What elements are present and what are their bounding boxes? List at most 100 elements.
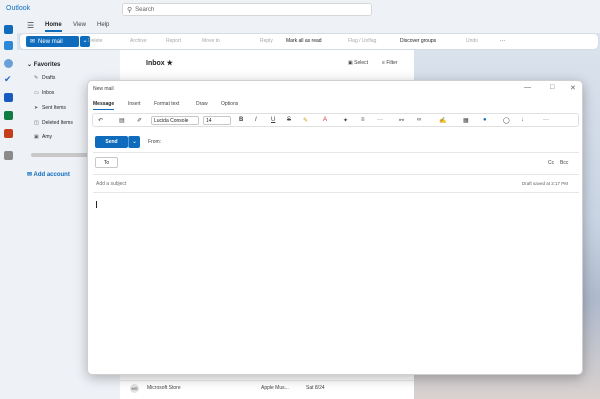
- send-button[interactable]: Send: [95, 136, 128, 148]
- bcc-button[interactable]: Bcc: [560, 160, 568, 166]
- new-mail-label: New mail: [38, 38, 63, 45]
- ribbon-tabs: ☰ Home View Help: [17, 19, 600, 33]
- mail-compose-icon: ✉: [30, 39, 36, 45]
- powerpoint-icon[interactable]: [4, 129, 13, 138]
- subject: Apple Mus...: [261, 385, 289, 391]
- to-button[interactable]: To: [95, 157, 118, 168]
- divider: [93, 174, 579, 175]
- filter-icon: ≡: [382, 60, 385, 66]
- search-placeholder: Search: [135, 6, 155, 13]
- folder-icon: ▣: [34, 134, 39, 140]
- pencil-icon: ✎: [34, 75, 39, 81]
- filter-button[interactable]: ≡ Filter: [382, 60, 397, 66]
- flag-button[interactable]: Flag / Unflag: [348, 38, 376, 44]
- mail-icon[interactable]: [4, 25, 13, 34]
- undo-icon[interactable]: ↶: [98, 117, 103, 124]
- people-icon[interactable]: [4, 59, 13, 68]
- tab-options[interactable]: Options: [221, 101, 238, 107]
- folder-sent[interactable]: ➤ Sent Items: [34, 105, 66, 111]
- folder-deleted[interactable]: ◫ Deleted Items: [34, 120, 73, 126]
- discover-groups-button[interactable]: Discover groups: [400, 38, 436, 44]
- select-icon: ▣: [348, 60, 353, 66]
- attach-icon[interactable]: ⚯: [399, 117, 404, 124]
- todo-icon[interactable]: ✔: [4, 75, 13, 84]
- highlight-icon[interactable]: ✎: [303, 117, 308, 124]
- reply-button[interactable]: Reply: [260, 38, 273, 44]
- excel-icon[interactable]: [4, 111, 13, 120]
- message-body[interactable]: [94, 193, 578, 371]
- tab-draw[interactable]: Draw: [196, 101, 208, 107]
- add-account-icon: ✉: [27, 172, 33, 178]
- bullets-icon[interactable]: ≡: [361, 117, 365, 123]
- avatar: MS: [130, 384, 139, 393]
- menu-icon[interactable]: ☰: [27, 21, 34, 30]
- more-format-icon[interactable]: ···: [377, 117, 383, 123]
- toolbar-more-icon[interactable]: ···: [543, 117, 549, 123]
- dictate-icon[interactable]: ●: [483, 117, 487, 123]
- tab-help[interactable]: Help: [97, 22, 109, 28]
- format-painter-icon[interactable]: ✐: [137, 117, 142, 124]
- table-icon[interactable]: ▦: [463, 117, 469, 124]
- search-box[interactable]: ⚲ Search: [122, 3, 372, 16]
- sensitivity-icon[interactable]: ◯: [503, 117, 510, 124]
- trash-icon: ◫: [34, 120, 39, 126]
- more-options-icon[interactable]: ···: [500, 38, 505, 44]
- delete-button[interactable]: Delete: [88, 38, 102, 44]
- divider: [93, 152, 579, 153]
- subject-field[interactable]: Add a subject: [96, 181, 126, 187]
- report-button[interactable]: Report: [166, 38, 181, 44]
- signature-icon[interactable]: ✍: [439, 117, 446, 124]
- inbox-title: Inbox ★: [146, 60, 173, 67]
- tab-insert[interactable]: Insert: [128, 101, 141, 107]
- format-toolbar: ↶ ▤ ✐ Lucida Console 14 B I U S ✎ A ✦ ≡ …: [92, 113, 579, 127]
- ribbon: ✉ New mail ⌄ Delete Archive Report Move …: [20, 34, 598, 49]
- undo-button[interactable]: Undo: [466, 38, 478, 44]
- list-item[interactable]: MS Microsoft Store Apple Mus... Sat 8/24: [120, 380, 414, 394]
- close-icon[interactable]: ✕: [570, 84, 576, 92]
- tab-view[interactable]: View: [73, 22, 86, 28]
- font-color-icon[interactable]: A: [323, 117, 327, 123]
- download-icon[interactable]: ↓: [521, 117, 524, 123]
- bold-icon[interactable]: B: [239, 117, 243, 123]
- draft-status: Draft saved at 2:17 PM: [521, 181, 568, 186]
- folder-amy[interactable]: ▣ Amy: [34, 134, 52, 140]
- star-icon[interactable]: ★: [167, 60, 173, 67]
- underline-icon[interactable]: U: [271, 117, 275, 123]
- maximize-icon[interactable]: □: [550, 84, 554, 91]
- new-mail-dialog: New mail — □ ✕ Message Insert Format tex…: [87, 80, 583, 375]
- mark-all-read-button[interactable]: Mark all as read: [286, 38, 322, 44]
- app-rail: ✔: [0, 19, 17, 399]
- send-options-dropdown[interactable]: ⌄: [128, 136, 140, 148]
- italic-icon[interactable]: I: [255, 117, 257, 123]
- cc-button[interactable]: Cc: [548, 160, 554, 166]
- tab-home[interactable]: Home: [45, 22, 62, 32]
- clipboard-icon[interactable]: ▤: [119, 117, 125, 124]
- word-icon[interactable]: [4, 93, 13, 102]
- tab-message[interactable]: Message: [93, 101, 115, 110]
- link-icon[interactable]: ∞: [417, 117, 421, 123]
- calendar-icon[interactable]: [4, 41, 13, 50]
- text-cursor: [96, 201, 97, 208]
- font-name-select[interactable]: Lucida Console: [151, 116, 199, 125]
- minimize-icon[interactable]: —: [524, 84, 531, 91]
- favorites-header[interactable]: ⌄ Favorites: [27, 61, 60, 68]
- app-title: Outlook: [6, 5, 31, 12]
- font-size-select[interactable]: 14: [203, 116, 231, 125]
- title-bar: Outlook ⚲ Search: [0, 0, 600, 19]
- add-account-button[interactable]: ✉ Add account: [27, 171, 70, 178]
- tab-format-text[interactable]: Format text: [154, 101, 179, 107]
- select-button[interactable]: ▣ Select: [348, 60, 368, 66]
- folder-drafts[interactable]: ✎ Drafts: [34, 75, 55, 81]
- archive-button[interactable]: Archive: [130, 38, 147, 44]
- apps-icon[interactable]: [4, 151, 13, 160]
- strikethrough-icon[interactable]: S: [287, 117, 291, 123]
- date: Sat 8/24: [306, 385, 325, 391]
- move-to-button[interactable]: Move to: [202, 38, 220, 44]
- new-mail-button[interactable]: ✉ New mail: [26, 36, 79, 47]
- styles-icon[interactable]: ✦: [343, 117, 348, 124]
- from-label: From:: [148, 139, 162, 145]
- dialog-title: New mail: [93, 86, 114, 92]
- send-icon: ➤: [34, 105, 39, 111]
- folder-inbox[interactable]: ▭ Inbox: [34, 90, 54, 96]
- sender: Microsoft Store: [147, 385, 181, 391]
